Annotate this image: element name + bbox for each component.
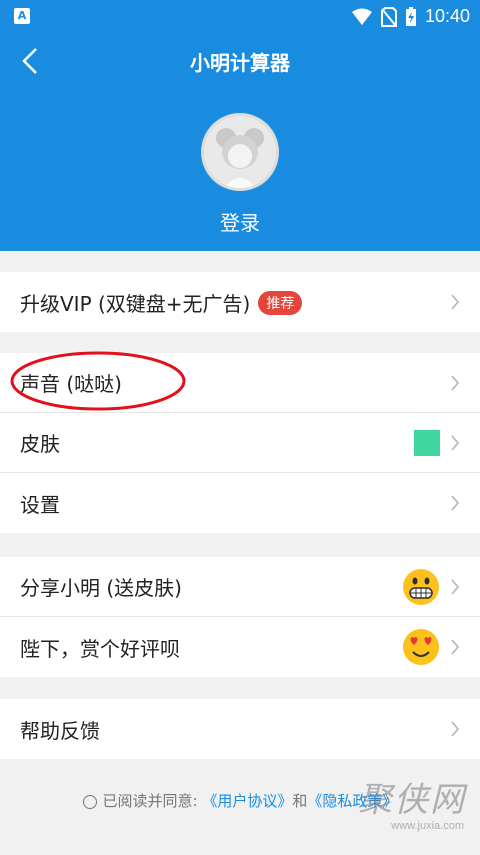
- profile-header: 小明计算器 登录: [0, 33, 480, 251]
- avatar[interactable]: [201, 113, 279, 191]
- chevron-right-icon: [451, 579, 460, 595]
- share-label: 分享小明 (送皮肤): [20, 576, 182, 600]
- agreement-footer: 已阅读并同意: 《用户协议》和《隐私政策》: [0, 790, 480, 811]
- chevron-right-icon: [451, 721, 460, 737]
- skin-label: 皮肤: [20, 432, 60, 456]
- grinning-face-icon: [403, 569, 439, 605]
- watermark-url: www.juxia.com: [391, 820, 464, 832]
- chevron-right-icon: [451, 375, 460, 391]
- recommend-badge: 推荐: [258, 290, 303, 315]
- chevron-right-icon: [451, 294, 460, 310]
- user-agreement-link[interactable]: 《用户协议》: [202, 792, 292, 810]
- wifi-icon: [351, 8, 372, 25]
- share-row[interactable]: 分享小明 (送皮肤): [0, 557, 480, 617]
- agree-radio[interactable]: [82, 795, 97, 809]
- clock: 10:40: [424, 6, 470, 26]
- settings-row[interactable]: 设置: [0, 473, 480, 533]
- app-notification-icon: A: [14, 8, 30, 24]
- help-feedback-label: 帮助反馈: [20, 718, 100, 743]
- help-group: 帮助反馈: [0, 699, 480, 759]
- chevron-right-icon: [451, 435, 460, 451]
- vip-group: 升级VIP (双键盘+无广告) 推荐: [0, 272, 480, 332]
- no-sim-icon: [380, 6, 397, 27]
- status-bar: A 10:40: [0, 0, 480, 33]
- sound-label: 声音 (哒哒): [20, 372, 122, 396]
- heart-eyes-face-icon: [403, 629, 439, 665]
- login-link[interactable]: 登录: [0, 207, 480, 236]
- agree-text: 已阅读并同意:: [102, 792, 198, 810]
- upgrade-vip-label: 升级VIP (双键盘+无广告) 推荐: [20, 288, 303, 317]
- chevron-right-icon: [451, 495, 460, 511]
- status-indicators: 10:40: [351, 0, 470, 33]
- chevron-right-icon: [451, 639, 460, 655]
- battery-charging-icon: [405, 6, 416, 26]
- and-text: 和: [292, 792, 308, 810]
- upgrade-vip-row[interactable]: 升级VIP (双键盘+无广告) 推荐: [0, 272, 480, 332]
- rate-row[interactable]: 陛下，赏个好评呗: [0, 617, 480, 677]
- privacy-policy-link[interactable]: 《隐私政策》: [307, 792, 397, 810]
- skin-row[interactable]: 皮肤: [0, 413, 480, 473]
- page-title: 小明计算器: [190, 51, 290, 75]
- settings-label: 设置: [20, 492, 60, 517]
- skin-color-swatch: [414, 430, 440, 456]
- default-avatar-icon: [216, 128, 264, 188]
- preferences-group: 声音 (哒哒) 皮肤 设置: [0, 353, 480, 533]
- help-feedback-row[interactable]: 帮助反馈: [0, 699, 480, 759]
- share-group: 分享小明 (送皮肤) 陛下，赏个好评呗: [0, 557, 480, 677]
- sound-row[interactable]: 声音 (哒哒): [0, 353, 480, 413]
- rate-label: 陛下，赏个好评呗: [20, 636, 180, 661]
